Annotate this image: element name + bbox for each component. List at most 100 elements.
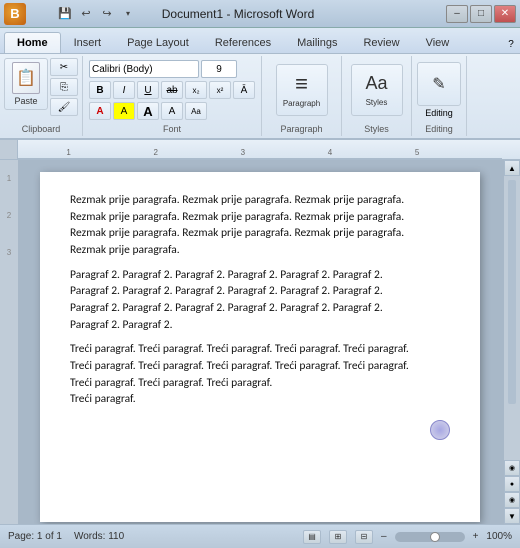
bold-button[interactable]: B: [89, 81, 111, 99]
font-size-grow-button[interactable]: A: [137, 102, 159, 120]
tab-view[interactable]: View: [413, 32, 463, 53]
para-2-line-4: Paragraf 2. Paragraf 2.: [70, 317, 450, 334]
save-button[interactable]: 💾: [56, 4, 74, 22]
para-1-line-2: Rezmak prije paragrafa. Rezmak prije par…: [70, 209, 450, 226]
font-color-button[interactable]: A: [89, 102, 111, 120]
superscript-button[interactable]: x²: [209, 81, 231, 99]
ruler-mark-5: 5: [415, 148, 419, 157]
clear-formatting-button[interactable]: Ā: [233, 81, 255, 99]
left-margin: 1 2 3: [0, 160, 18, 524]
tab-references[interactable]: References: [202, 32, 284, 53]
font-label: Font: [83, 124, 261, 134]
cursor-indicator: [430, 420, 450, 440]
status-bar: Page: 1 of 1 Words: 110 ▤ ⊞ ⊟ – + 100%: [0, 524, 520, 548]
change-case-button[interactable]: Aa: [185, 102, 207, 120]
paragraph-group-content: ≡ Paragraph: [276, 58, 328, 134]
para-3-line-4: Treći paragraf.: [70, 391, 450, 408]
italic-button[interactable]: I: [113, 81, 135, 99]
editing-icon: ✎: [432, 74, 445, 94]
highlight-button[interactable]: A: [113, 102, 135, 120]
para-1-line-4: Rezmak prije paragrafa.: [70, 242, 450, 259]
ribbon-panel: 📋 Paste ✂ ⎘ 🖌 Clipboard B I: [0, 54, 520, 140]
scroll-up-button[interactable]: ▲: [504, 160, 520, 176]
paragraph-2: Paragraf 2. Paragraf 2. Paragraf 2. Para…: [70, 267, 450, 334]
scroll-track: [504, 176, 520, 460]
para-3-line-3: Treći paragraf. Treći paragraf. Treći pa…: [70, 375, 450, 392]
zoom-in-button[interactable]: +: [473, 531, 479, 542]
ribbon-group-styles: Aa Styles Styles: [342, 56, 412, 136]
web-layout-button[interactable]: ⊟: [355, 530, 373, 544]
scroll-thumb[interactable]: [508, 180, 516, 404]
clipboard-label: Clipboard: [0, 124, 82, 134]
paragraph-label: Paragraph: [262, 124, 341, 134]
paste-icon: 📋: [12, 62, 40, 94]
document-area: 1 2 3 Rezmak prije paragrafa. Rezmak pri…: [0, 160, 520, 524]
styles-group-content: Aa Styles: [351, 58, 403, 134]
ribbon-help-button[interactable]: ?: [502, 35, 520, 53]
zoom-level: 100%: [486, 531, 512, 542]
zoom-thumb[interactable]: [430, 532, 440, 542]
ribbon-group-clipboard: 📋 Paste ✂ ⎘ 🖌 Clipboard: [0, 56, 83, 136]
editing-button[interactable]: ✎: [417, 62, 461, 106]
window-controls: – □ ✕: [446, 5, 516, 23]
paragraph-button[interactable]: ≡ Paragraph: [276, 64, 328, 116]
font-size-input[interactable]: [201, 60, 237, 78]
editing-label: Editing: [412, 124, 466, 134]
ribbon-group-font: B I U ab x₂ x² Ā A A A A Aa Font: [83, 56, 262, 136]
document-page[interactable]: Rezmak prije paragrafa. Rezmak prije par…: [40, 172, 480, 522]
ruler-mark-1: 1: [66, 148, 70, 157]
page-info: Page: 1 of 1: [8, 531, 62, 542]
minimize-button[interactable]: –: [446, 5, 468, 23]
format-painter-button[interactable]: 🖌: [50, 98, 78, 116]
scroll-down-button[interactable]: ▼: [504, 508, 520, 524]
select-browse-button[interactable]: ●: [504, 476, 520, 492]
strikethrough-button[interactable]: ab: [161, 81, 183, 99]
ribbon-group-editing: ✎ Editing Editing: [412, 56, 467, 136]
zoom-slider[interactable]: [395, 532, 465, 542]
tab-mailings[interactable]: Mailings: [284, 32, 350, 53]
para-1-line-1: Rezmak prije paragrafa. Rezmak prije par…: [70, 192, 450, 209]
paragraph-button-label: Paragraph: [283, 99, 320, 108]
ruler: 1 2 3 4 5: [0, 140, 520, 160]
para-2-line-2: Paragraf 2. Paragraf 2. Paragraf 2. Para…: [70, 283, 450, 300]
editing-group-content: ✎ Editing: [417, 58, 461, 134]
zoom-out-button[interactable]: –: [381, 531, 387, 542]
close-button[interactable]: ✕: [494, 5, 516, 23]
editing-button-label: Editing: [425, 108, 453, 118]
para-1-line-3: Rezmak prije paragrafa. Rezmak prije par…: [70, 225, 450, 242]
ribbon-tab-bar: Home Insert Page Layout References Maili…: [0, 28, 520, 54]
undo-button[interactable]: ↩: [77, 4, 95, 22]
vertical-scrollbar: ▲ ◉ ● ◉ ▼: [504, 160, 520, 524]
quick-access-dropdown-button[interactable]: ▾: [119, 4, 137, 22]
tab-home[interactable]: Home: [4, 32, 61, 53]
styles-label: Styles: [342, 124, 411, 134]
redo-button[interactable]: ↪: [98, 4, 116, 22]
page-scroll-area: Rezmak prije paragrafa. Rezmak prije par…: [0, 160, 520, 524]
print-layout-button[interactable]: ▤: [303, 530, 321, 544]
underline-button[interactable]: U: [137, 81, 159, 99]
cut-button[interactable]: ✂: [50, 58, 78, 76]
subscript-button[interactable]: x₂: [185, 81, 207, 99]
paste-button[interactable]: 📋 Paste: [4, 58, 48, 110]
app-icon: B: [4, 3, 26, 25]
full-screen-button[interactable]: ⊞: [329, 530, 347, 544]
para-3-line-2: Treći paragraf. Treći paragraf. Treći pa…: [70, 358, 450, 375]
ruler-mark-4: 4: [328, 148, 332, 157]
word-count: Words: 110: [74, 531, 124, 542]
font-family-input[interactable]: [89, 60, 199, 78]
font-size-shrink-button[interactable]: A: [161, 102, 183, 120]
copy-button[interactable]: ⎘: [50, 78, 78, 96]
styles-icon: Aa: [365, 73, 387, 94]
ruler-corner: [0, 140, 18, 159]
ruler-mark-3: 3: [241, 148, 245, 157]
prev-page-button[interactable]: ◉: [504, 460, 520, 476]
quick-access-toolbar: 💾 ↩ ↪ ▾: [56, 4, 137, 22]
tab-insert[interactable]: Insert: [61, 32, 115, 53]
tab-review[interactable]: Review: [350, 32, 412, 53]
next-page-button[interactable]: ◉: [504, 492, 520, 508]
title-bar: B 💾 ↩ ↪ ▾ Document1 - Microsoft Word – □…: [0, 0, 520, 28]
para-2-line-1: Paragraf 2. Paragraf 2. Paragraf 2. Para…: [70, 267, 450, 284]
maximize-button[interactable]: □: [470, 5, 492, 23]
tab-page-layout[interactable]: Page Layout: [114, 32, 202, 53]
styles-button[interactable]: Aa Styles: [351, 64, 403, 116]
